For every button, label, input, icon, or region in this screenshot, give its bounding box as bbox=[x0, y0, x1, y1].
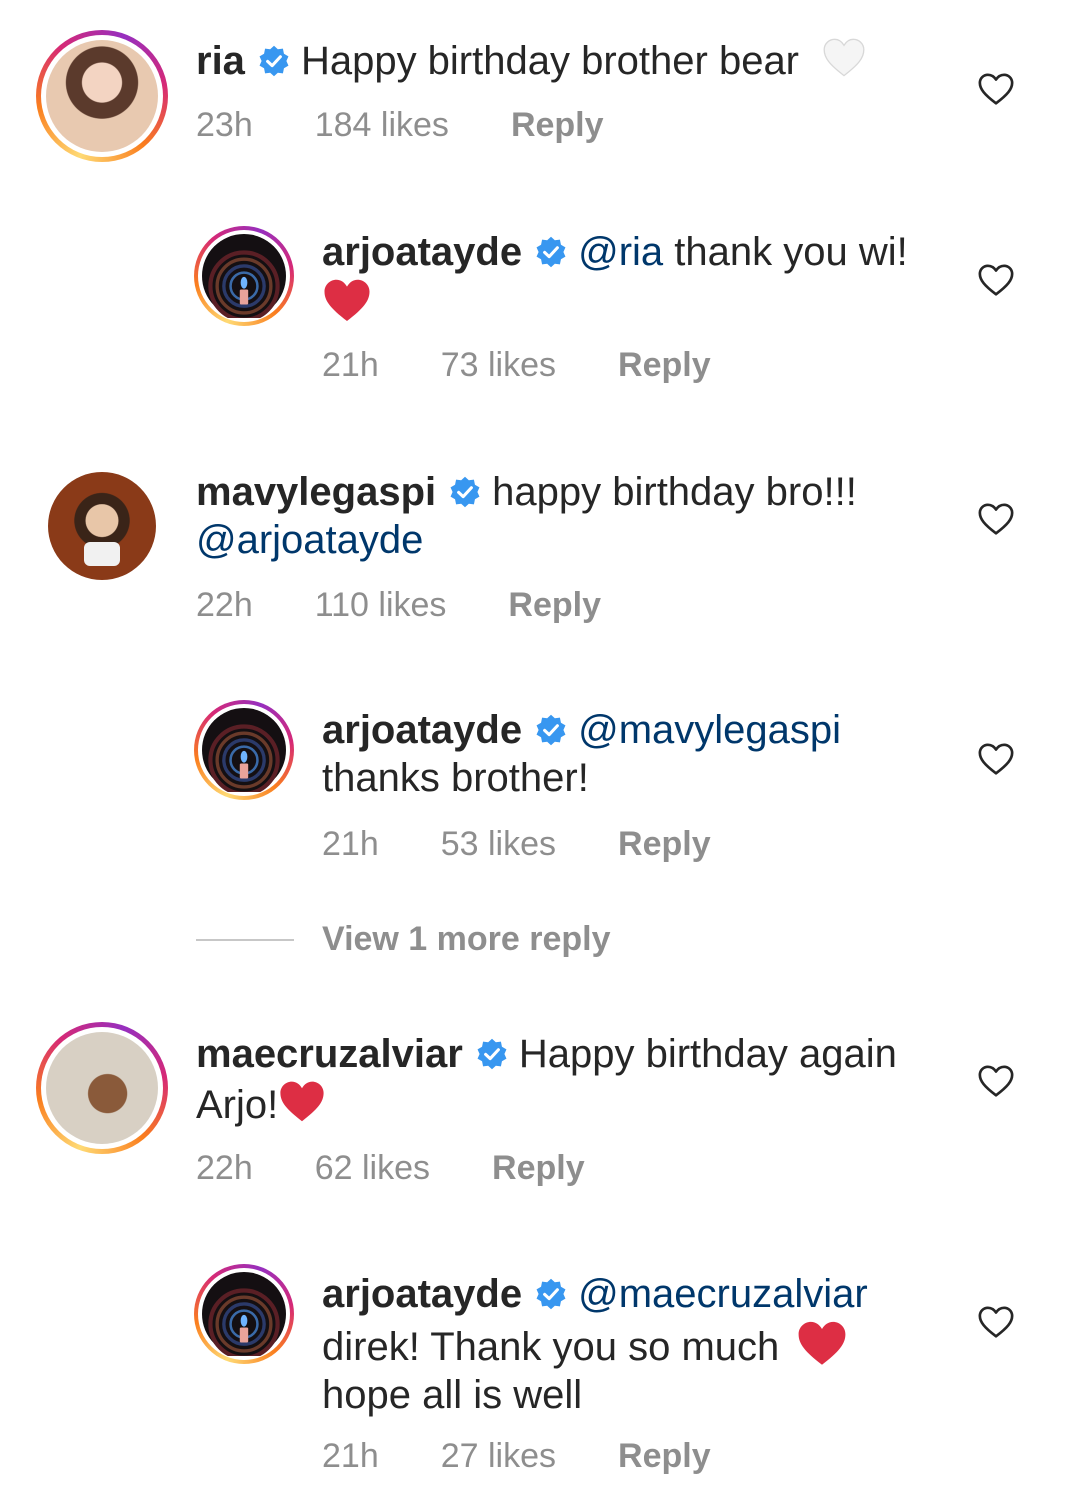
comment-meta: 22h 110 likes Reply bbox=[196, 586, 663, 625]
timestamp: 21h bbox=[322, 346, 379, 384]
verified-badge-icon bbox=[534, 235, 568, 269]
red-heart-emoji-icon bbox=[278, 1078, 326, 1126]
mention-link[interactable]: @ria bbox=[578, 230, 663, 274]
reply-button[interactable]: Reply bbox=[618, 825, 711, 864]
candle-avatar-image bbox=[202, 1272, 286, 1356]
like-heart-icon[interactable] bbox=[977, 1304, 1015, 1342]
like-heart-icon[interactable] bbox=[977, 741, 1015, 779]
comment-meta: 21h 27 likes Reply bbox=[322, 1437, 773, 1476]
like-heart-icon[interactable] bbox=[977, 1063, 1015, 1101]
reply-button[interactable]: Reply bbox=[492, 1149, 585, 1188]
mention-link[interactable]: @arjoatayde bbox=[196, 518, 423, 562]
comment-text: arjoatayde @mavylegaspi thanks brother! bbox=[322, 706, 841, 802]
avatar-arjoatayde[interactable] bbox=[194, 226, 294, 326]
like-heart-icon[interactable] bbox=[977, 71, 1015, 109]
comment-meta: 21h 73 likes Reply bbox=[322, 346, 773, 385]
likes-count[interactable]: 27 likes bbox=[441, 1437, 556, 1476]
profile-collar bbox=[84, 542, 120, 566]
comment-body: happy birthday bro!!! bbox=[492, 470, 857, 514]
view-more-replies-button[interactable]: View 1 more reply bbox=[196, 920, 611, 959]
verified-badge-icon bbox=[534, 1277, 568, 1311]
comment-text: arjoatayde @maecruzalviar direk! Thank yo… bbox=[322, 1270, 868, 1419]
candle-avatar-image bbox=[202, 234, 286, 318]
username[interactable]: maecruzalviar bbox=[196, 1032, 463, 1076]
timestamp: 21h bbox=[322, 1437, 379, 1475]
mention-link[interactable]: @maecruzalviar bbox=[578, 1272, 868, 1316]
verified-badge-icon bbox=[475, 1037, 509, 1071]
username[interactable]: arjoatayde bbox=[322, 1272, 522, 1316]
reply-button[interactable]: Reply bbox=[508, 586, 601, 625]
like-heart-icon[interactable] bbox=[977, 262, 1015, 300]
comment-body-line2: hope all is well bbox=[322, 1373, 583, 1417]
verified-badge-icon bbox=[448, 475, 482, 509]
likes-count[interactable]: 110 likes bbox=[315, 586, 447, 625]
comment-text: maecruzalviar Happy birthday again Arjo! bbox=[196, 1030, 897, 1129]
comment-text: ria Happy birthday brother bear bbox=[196, 36, 866, 85]
timestamp: 23h bbox=[196, 106, 253, 144]
comment-meta: 22h 62 likes Reply bbox=[196, 1149, 647, 1188]
comment-body: direk! Thank you so much bbox=[322, 1325, 780, 1369]
username[interactable]: arjoatayde bbox=[322, 708, 522, 752]
comment-text: arjoatayde @ria thank you wi! bbox=[322, 228, 908, 331]
likes-count[interactable]: 53 likes bbox=[441, 825, 556, 864]
timestamp: 22h bbox=[196, 586, 253, 624]
timestamp: 22h bbox=[196, 1149, 253, 1187]
likes-count[interactable]: 62 likes bbox=[315, 1149, 430, 1188]
likes-count[interactable]: 184 likes bbox=[315, 106, 449, 145]
username[interactable]: mavylegaspi bbox=[196, 470, 436, 514]
verified-badge-icon bbox=[534, 713, 568, 747]
avatar-arjoatayde[interactable] bbox=[194, 700, 294, 800]
username[interactable]: ria bbox=[196, 39, 245, 83]
reply-button[interactable]: Reply bbox=[511, 106, 604, 145]
reply-button[interactable]: Reply bbox=[618, 346, 711, 385]
mention-link[interactable]: @mavylegaspi bbox=[578, 708, 841, 752]
profile-photo bbox=[46, 40, 158, 152]
verified-badge-icon bbox=[257, 44, 291, 78]
red-heart-emoji-icon bbox=[796, 1318, 848, 1370]
timestamp: 21h bbox=[322, 825, 379, 863]
comment-text: mavylegaspi happy birthday bro!!! @arjoat… bbox=[196, 468, 857, 564]
comment-meta: 21h 53 likes Reply bbox=[322, 825, 773, 864]
comment-body-line2: Arjo! bbox=[196, 1083, 279, 1127]
likes-count[interactable]: 73 likes bbox=[441, 346, 556, 385]
avatar-arjoatayde[interactable] bbox=[194, 1264, 294, 1364]
avatar-maecruzalviar[interactable] bbox=[36, 1022, 168, 1154]
avatar-ria[interactable] bbox=[36, 30, 168, 162]
username[interactable]: arjoatayde bbox=[322, 230, 522, 274]
comment-body: thanks brother! bbox=[322, 756, 589, 800]
candle-avatar-image bbox=[202, 708, 286, 792]
comment-body: thank you wi! bbox=[663, 230, 908, 274]
like-heart-icon[interactable] bbox=[977, 501, 1015, 539]
view-more-replies-label[interactable]: View 1 more reply bbox=[322, 920, 611, 959]
red-heart-emoji-icon bbox=[322, 276, 372, 326]
profile-photo bbox=[46, 1032, 158, 1144]
white-heart-emoji-icon bbox=[822, 36, 866, 80]
reply-button[interactable]: Reply bbox=[618, 1437, 711, 1476]
divider-line bbox=[196, 938, 294, 941]
comment-body: Happy birthday brother bear bbox=[300, 39, 800, 83]
comment-meta: 23h 184 likes Reply bbox=[196, 106, 666, 145]
comment-body: Happy birthday again bbox=[518, 1032, 897, 1076]
avatar-mavylegaspi[interactable] bbox=[48, 472, 156, 580]
